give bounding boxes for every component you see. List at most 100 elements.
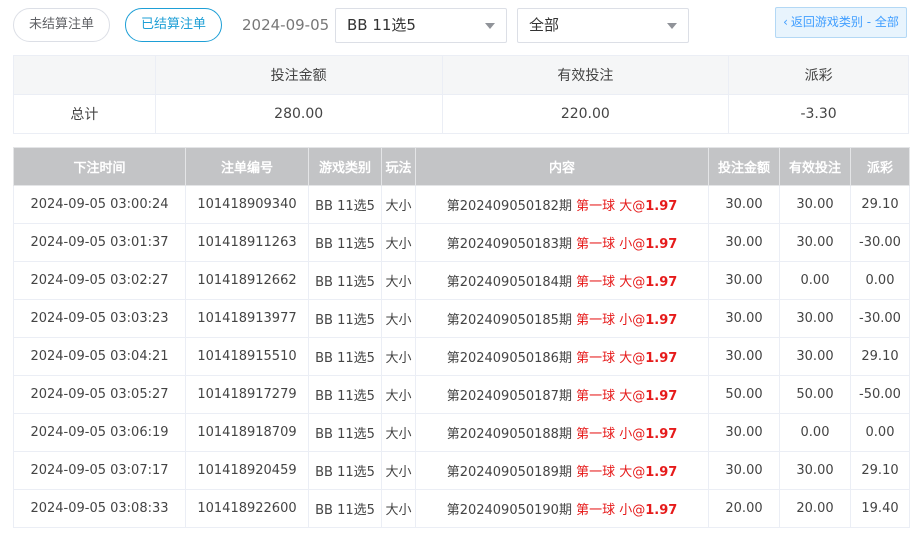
cell-play-type: 大小	[381, 185, 416, 224]
content-pick: 第一球 大	[576, 389, 633, 404]
content-odds: 1.97	[645, 275, 678, 290]
content-period: 第202409050182期	[446, 199, 572, 214]
content-period: 第202409050186期	[446, 351, 572, 366]
cell-valid-bet: 0.00	[779, 261, 851, 300]
cell-bet-amount: 30.00	[708, 185, 780, 224]
content-at-sign: @	[632, 313, 646, 328]
cell-game-category: BB 11选5	[308, 413, 382, 452]
cell-play-type: 大小	[381, 375, 416, 414]
table-row: 2024-09-05 03:08:33 101418922600 BB 11选5 大小…	[13, 489, 910, 528]
content-odds: 1.97	[645, 503, 678, 518]
content-at-sign: @	[632, 351, 646, 366]
cell-bet-amount: 30.00	[708, 451, 780, 490]
cell-bet-id: 101418917279	[185, 375, 309, 414]
date-picker[interactable]: 2024-09-05	[242, 8, 329, 42]
cell-game-category: BB 11选5	[308, 223, 382, 262]
header-bet-id: 注单编号	[185, 147, 309, 186]
cell-bet-id: 101418918709	[185, 413, 309, 452]
cell-bet-amount: 30.00	[708, 337, 780, 376]
cell-bet-time: 2024-09-05 03:04:21	[13, 337, 186, 376]
content-pick: 第一球 大	[576, 465, 633, 480]
content-period: 第202409050189期	[446, 465, 572, 480]
header-bet-time: 下注时间	[13, 147, 186, 186]
cell-valid-bet: 20.00	[779, 489, 851, 528]
header-game-category: 游戏类别	[308, 147, 382, 186]
cell-valid-bet: 30.00	[779, 451, 851, 490]
cell-bet-id: 101418911263	[185, 223, 309, 262]
content-odds: 1.97	[645, 351, 678, 366]
cell-game-category: BB 11选5	[308, 489, 382, 528]
content-at-sign: @	[632, 503, 646, 518]
cell-bet-time: 2024-09-05 03:02:27	[13, 261, 186, 300]
cell-game-category: BB 11选5	[308, 337, 382, 376]
cell-valid-bet: 30.00	[779, 223, 851, 262]
cell-bet-id: 101418915510	[185, 337, 309, 376]
type-select[interactable]: 全部	[517, 8, 689, 43]
cell-content: 第202409050187期 第一球 大@1.97	[415, 375, 709, 414]
unsettled-bets-button[interactable]: 未结算注单	[13, 8, 110, 42]
cell-play-type: 大小	[381, 261, 416, 300]
content-odds: 1.97	[645, 427, 678, 442]
cell-bet-time: 2024-09-05 03:03:23	[13, 299, 186, 338]
table-row: 2024-09-05 03:01:37 101418911263 BB 11选5 大小…	[13, 223, 910, 262]
cell-payout: -50.00	[850, 375, 910, 414]
cell-payout: 0.00	[850, 413, 910, 452]
content-at-sign: @	[632, 237, 646, 252]
content-period: 第202409050184期	[446, 275, 572, 290]
cell-game-category: BB 11选5	[308, 375, 382, 414]
content-period: 第202409050185期	[446, 313, 572, 328]
cell-bet-amount: 30.00	[708, 223, 780, 262]
content-period: 第202409050183期	[446, 237, 572, 252]
cell-bet-amount: 30.00	[708, 413, 780, 452]
content-pick: 第一球 大	[576, 275, 633, 290]
cell-bet-id: 101418909340	[185, 185, 309, 224]
cell-play-type: 大小	[381, 413, 416, 452]
content-pick: 第一球 小	[576, 313, 633, 328]
content-pick: 第一球 大	[576, 351, 633, 366]
cell-bet-time: 2024-09-05 03:06:19	[13, 413, 186, 452]
cell-valid-bet: 30.00	[779, 299, 851, 338]
content-pick: 第一球 小	[576, 503, 633, 518]
content-odds: 1.97	[645, 389, 678, 404]
cell-payout: 29.10	[850, 451, 910, 490]
game-select[interactable]: BB 11选5	[335, 8, 507, 43]
settled-bets-button[interactable]: 已结算注单	[125, 8, 222, 42]
content-period: 第202409050188期	[446, 427, 572, 442]
cell-play-type: 大小	[381, 451, 416, 490]
cell-play-type: 大小	[381, 223, 416, 262]
summary-header-row: 投注金额 有效投注 派彩	[13, 55, 909, 95]
cell-payout: 19.40	[850, 489, 910, 528]
content-odds: 1.97	[645, 313, 678, 328]
cell-content: 第202409050189期 第一球 大@1.97	[415, 451, 709, 490]
cell-bet-time: 2024-09-05 03:05:27	[13, 375, 186, 414]
summary-total-label: 总计	[13, 94, 156, 134]
back-to-game-category-button[interactable]: ‹ 返回游戏类别 - 全部	[775, 7, 907, 38]
header-play-type: 玩法	[381, 147, 416, 186]
content-odds: 1.97	[645, 199, 678, 214]
summary-bet-amount: 280.00	[154, 94, 443, 134]
cell-bet-id: 101418913977	[185, 299, 309, 338]
table-row: 2024-09-05 03:06:19 101418918709 BB 11选5 大小…	[13, 413, 910, 452]
cell-content: 第202409050188期 第一球 小@1.97	[415, 413, 709, 452]
cell-bet-id: 101418920459	[185, 451, 309, 490]
content-pick: 第一球 小	[576, 427, 633, 442]
summary-valid-bet: 220.00	[441, 94, 730, 134]
cell-bet-amount: 30.00	[708, 261, 780, 300]
summary-header-payout: 派彩	[728, 55, 909, 95]
header-content: 内容	[415, 147, 709, 186]
content-at-sign: @	[632, 465, 646, 480]
cell-payout: -30.00	[850, 299, 910, 338]
cell-content: 第202409050182期 第一球 大@1.97	[415, 185, 709, 224]
summary-payout: -3.30	[728, 94, 909, 134]
chevron-down-icon	[667, 23, 677, 29]
cell-content: 第202409050184期 第一球 大@1.97	[415, 261, 709, 300]
cell-play-type: 大小	[381, 299, 416, 338]
table-row: 2024-09-05 03:07:17 101418920459 BB 11选5 大小…	[13, 451, 910, 490]
chevron-down-icon	[485, 23, 495, 29]
content-odds: 1.97	[645, 237, 678, 252]
cell-payout: 0.00	[850, 261, 910, 300]
summary-table: 投注金额 有效投注 派彩 总计 280.00 220.00 -3.30	[13, 55, 909, 134]
type-select-value: 全部	[529, 16, 560, 34]
cell-bet-time: 2024-09-05 03:01:37	[13, 223, 186, 262]
chevron-left-icon: ‹	[783, 15, 788, 29]
